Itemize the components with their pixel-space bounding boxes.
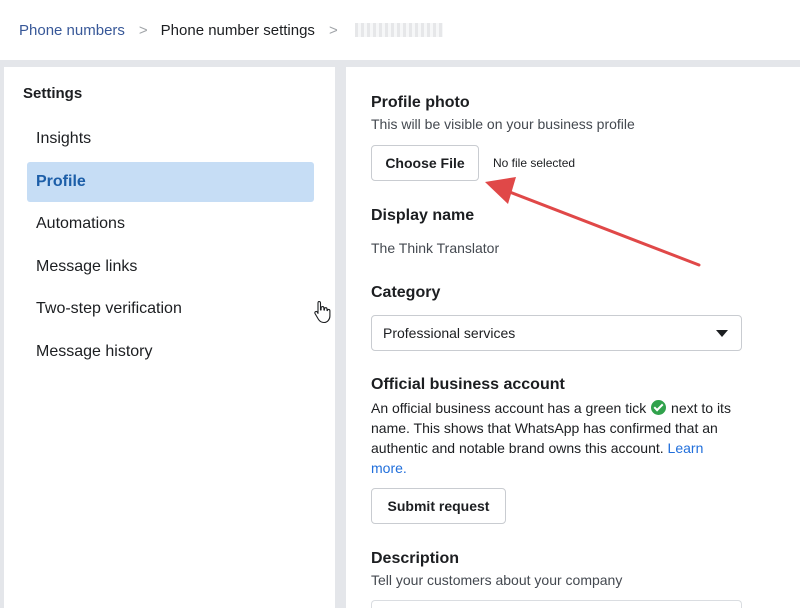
sidebar-heading: Settings <box>23 85 83 102</box>
breadcrumb-separator: > <box>138 21 148 39</box>
sidebar-item-automations[interactable]: Automations <box>27 204 314 244</box>
green-tick-icon <box>651 400 667 415</box>
hand-cursor-icon <box>314 300 331 324</box>
file-status-text: No file selected <box>493 156 576 170</box>
official-account-text-1: An official business account has a green… <box>371 400 647 416</box>
category-title: Category <box>371 284 441 301</box>
category-select[interactable]: Professional services <box>371 315 742 351</box>
profile-photo-subtitle: This will be visible on your business pr… <box>371 116 635 132</box>
profile-settings-panel: Profile photo This will be visible on yo… <box>346 67 800 608</box>
sidebar-item-two-step-verification[interactable]: Two-step verification <box>27 289 314 329</box>
breadcrumb-phone-numbers[interactable]: Phone numbers <box>19 22 125 39</box>
breadcrumb-separator: > <box>328 21 338 39</box>
sidebar-item-message-history[interactable]: Message history <box>27 332 314 372</box>
display-name-value: The Think Translator <box>371 240 500 256</box>
submit-request-button[interactable]: Submit request <box>371 488 506 524</box>
official-account-description: An official business account has a green… <box>371 398 741 478</box>
description-title: Description <box>371 550 460 567</box>
description-input[interactable] <box>371 600 742 608</box>
caret-down-icon <box>716 330 728 337</box>
breadcrumb-phone-number-settings[interactable]: Phone number settings <box>161 22 315 39</box>
description-subtitle: Tell your customers about your company <box>371 572 623 588</box>
official-account-title: Official business account <box>371 376 565 393</box>
sidebar-item-profile[interactable]: Profile <box>27 162 314 202</box>
sidebar-item-insights[interactable]: Insights <box>27 119 314 159</box>
choose-file-button[interactable]: Choose File <box>371 145 479 181</box>
breadcrumb-redacted-number <box>354 23 443 37</box>
settings-sidebar: Settings Insights Profile Automations Me… <box>4 67 335 608</box>
breadcrumb: Phone numbers > Phone number settings > <box>0 0 800 60</box>
category-selected-value: Professional services <box>383 325 516 341</box>
display-name-title: Display name <box>371 207 475 224</box>
sidebar-item-message-links[interactable]: Message links <box>27 247 314 287</box>
profile-photo-title: Profile photo <box>371 94 470 111</box>
